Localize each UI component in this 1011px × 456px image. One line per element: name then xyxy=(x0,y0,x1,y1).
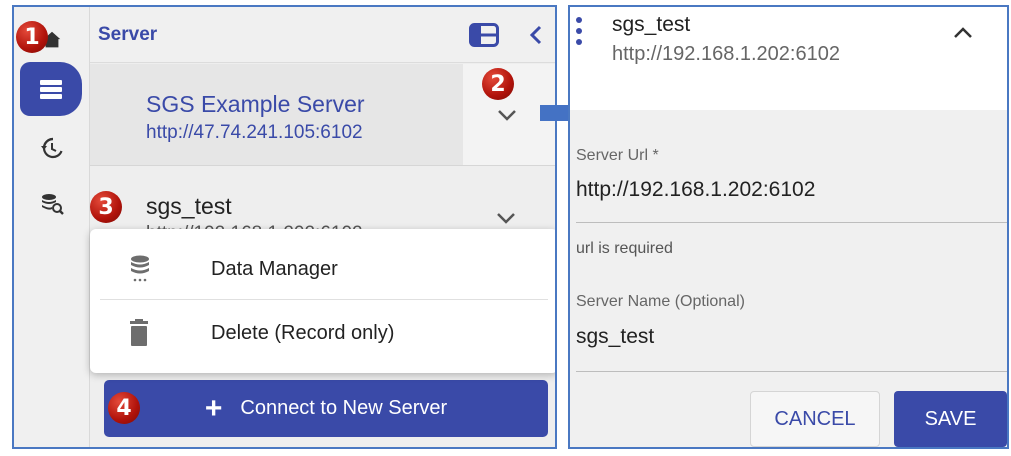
server-nav-button[interactable] xyxy=(20,62,82,116)
server-name: sgs_test xyxy=(146,193,232,219)
trash-icon xyxy=(130,319,148,346)
server-detail-name: sgs_test xyxy=(612,13,691,36)
field-underline xyxy=(576,222,1007,223)
history-button[interactable] xyxy=(14,131,90,165)
server-url: http://47.74.241.105:6102 xyxy=(146,122,363,143)
server-url-input[interactable]: http://192.168.1.202:6102 xyxy=(576,178,815,202)
server-detail-panel: sgs_test http://192.168.1.202:6102 Serve… xyxy=(568,5,1009,449)
server-context-menu: Data Manager Delete (Record only) xyxy=(90,229,555,373)
server-list-icon xyxy=(40,80,62,99)
server-detail-header: sgs_test http://192.168.1.202:6102 xyxy=(570,7,1007,110)
menu-divider xyxy=(100,299,548,300)
cancel-button[interactable]: CANCEL xyxy=(750,391,880,447)
chevron-down-icon[interactable] xyxy=(496,212,516,224)
connect-new-server-button[interactable]: + Connect to New Server xyxy=(104,380,548,437)
database-search-icon xyxy=(42,194,64,215)
server-name-label: Server Name (Optional) xyxy=(576,293,745,310)
save-button[interactable]: SAVE xyxy=(894,391,1007,447)
server-header: Server xyxy=(90,7,555,63)
server-detail-url: http://192.168.1.202:6102 xyxy=(612,43,840,65)
icon-rail xyxy=(14,7,90,447)
step-badge: 1 xyxy=(16,21,48,53)
history-icon xyxy=(41,137,63,159)
step-badge: 3 xyxy=(90,191,122,223)
step-badge: 2 xyxy=(482,68,514,100)
server-url-label: Server Url * xyxy=(576,147,659,164)
database-icon xyxy=(131,255,149,282)
more-options-icon[interactable] xyxy=(576,17,584,50)
menu-item-data-manager[interactable]: Data Manager xyxy=(90,237,555,301)
server-item-sgs-test[interactable]: sgs_test http://192.168.1.202:6102 xyxy=(90,167,555,237)
field-underline xyxy=(576,371,1007,372)
step-badge: 4 xyxy=(108,392,140,424)
menu-item-label: Data Manager xyxy=(211,257,338,280)
plus-icon: + xyxy=(204,391,223,425)
panel-layout-icon[interactable] xyxy=(469,23,499,47)
menu-item-delete[interactable]: Delete (Record only) xyxy=(90,301,555,365)
connect-button-label: Connect to New Server xyxy=(240,397,448,419)
collapse-sidebar-icon[interactable] xyxy=(529,25,543,45)
server-name-input[interactable]: sgs_test xyxy=(576,325,654,349)
chevron-up-icon[interactable] xyxy=(953,27,973,39)
server-header-title: Server xyxy=(98,23,158,45)
menu-item-label: Delete (Record only) xyxy=(211,321,395,344)
chevron-down-icon xyxy=(498,110,516,121)
data-search-button[interactable] xyxy=(14,187,90,221)
server-url-helper: url is required xyxy=(576,240,673,257)
server-panel: Server SGS Example Server http://47.74.2… xyxy=(12,5,557,449)
server-name: SGS Example Server xyxy=(146,91,365,117)
